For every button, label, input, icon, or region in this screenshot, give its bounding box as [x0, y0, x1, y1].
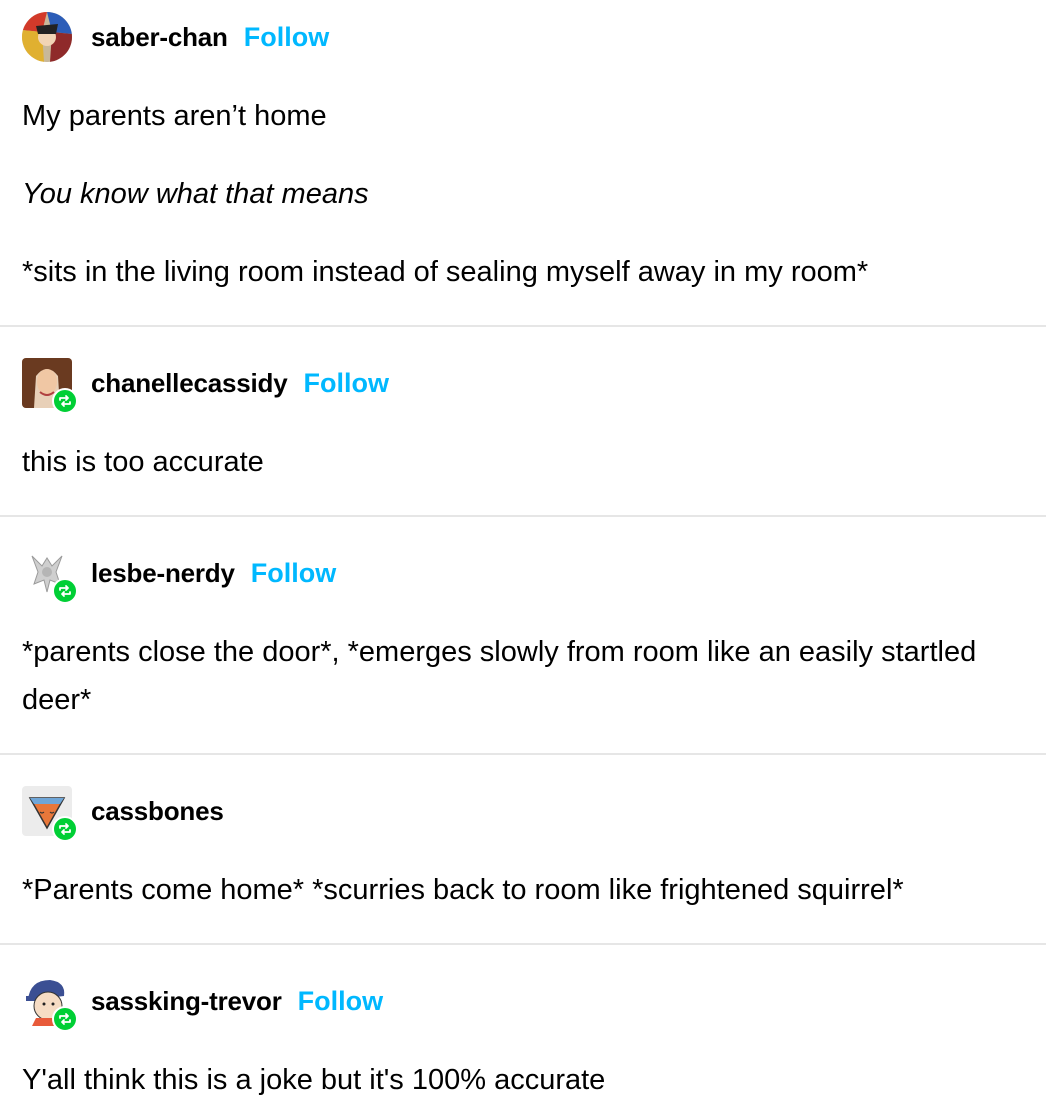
post-divider [0, 325, 1046, 327]
username[interactable]: sassking-trevor [91, 986, 282, 1017]
post-paragraph: My parents aren’t home [22, 100, 327, 132]
post-divider [0, 943, 1046, 945]
post-body: Y'all think this is a joke but it's 100%… [22, 1056, 1012, 1104]
post-header: lesbe-nerdy Follow [22, 547, 336, 604]
follow-button[interactable]: Follow [251, 558, 336, 589]
post-paragraph: Y'all think this is a joke but it's 100%… [22, 1064, 606, 1096]
post-paragraph: *sits in the living room instead of seal… [22, 256, 869, 288]
reblog-icon [52, 578, 78, 604]
post-paragraph: You know what that means [22, 178, 369, 210]
post-body: *parents close the door*, *emerges slowl… [22, 628, 1012, 724]
post-paragraph: *Parents come home* *scurries back to ro… [22, 874, 904, 906]
username[interactable]: cassbones [91, 796, 224, 827]
post-header: chanellecassidy Follow [22, 357, 389, 414]
reblog-icon [52, 1006, 78, 1032]
username[interactable]: saber-chan [91, 22, 228, 53]
post-header: sassking-trevor Follow [22, 975, 383, 1032]
follow-button[interactable]: Follow [298, 986, 383, 1017]
follow-button[interactable]: Follow [303, 368, 388, 399]
avatar[interactable] [22, 548, 78, 604]
username[interactable]: chanellecassidy [91, 368, 288, 399]
follow-button[interactable]: Follow [244, 22, 329, 53]
reblog-icon [52, 816, 78, 842]
avatar-image [22, 12, 72, 62]
username[interactable]: lesbe-nerdy [91, 558, 235, 589]
post-body: this is too accurate [22, 438, 1012, 486]
post-header: cassbones [22, 785, 224, 842]
post-divider [0, 515, 1046, 517]
post-paragraph: *parents close the door*, *emerges slowl… [22, 636, 977, 716]
post-body: *Parents come home* *scurries back to ro… [22, 866, 1012, 914]
post-paragraph: this is too accurate [22, 446, 264, 478]
reblog-icon [52, 388, 78, 414]
post-body: My parents aren’t home You know what tha… [22, 92, 1012, 296]
avatar[interactable] [22, 976, 78, 1032]
avatar[interactable] [22, 786, 78, 842]
post-divider [0, 753, 1046, 755]
avatar[interactable] [22, 12, 72, 62]
avatar[interactable] [22, 358, 78, 414]
post-header: saber-chan Follow [22, 11, 329, 63]
